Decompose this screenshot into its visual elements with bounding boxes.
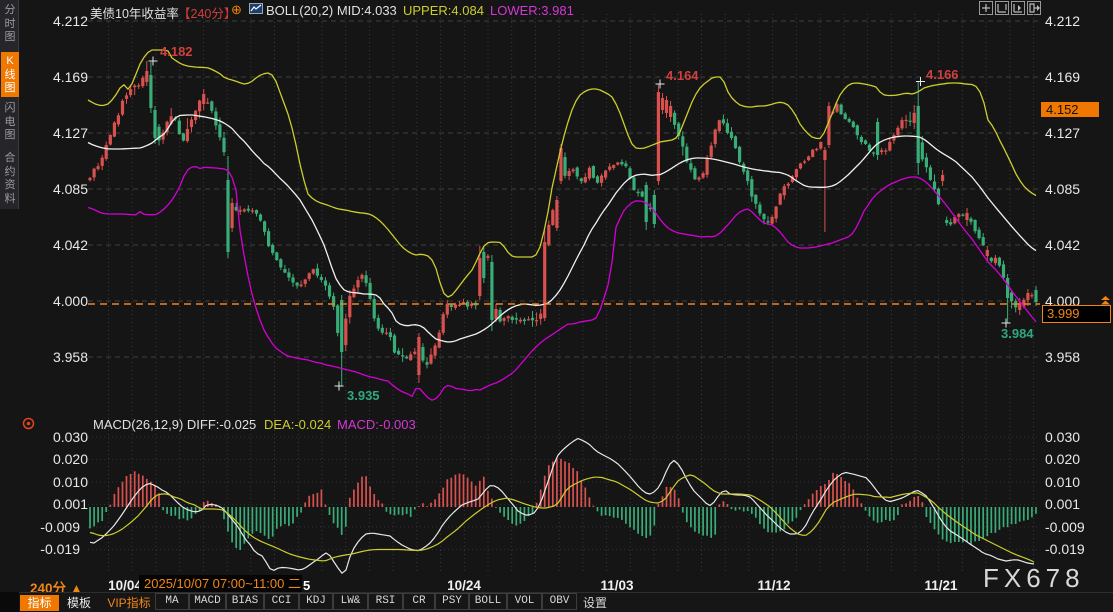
svg-text:3.984: 3.984 [1001, 326, 1034, 341]
svg-text:4.182: 4.182 [160, 44, 193, 59]
svg-text:3.935: 3.935 [347, 388, 380, 403]
svg-text:4.164: 4.164 [666, 68, 699, 83]
svg-text:4.166: 4.166 [926, 67, 959, 82]
